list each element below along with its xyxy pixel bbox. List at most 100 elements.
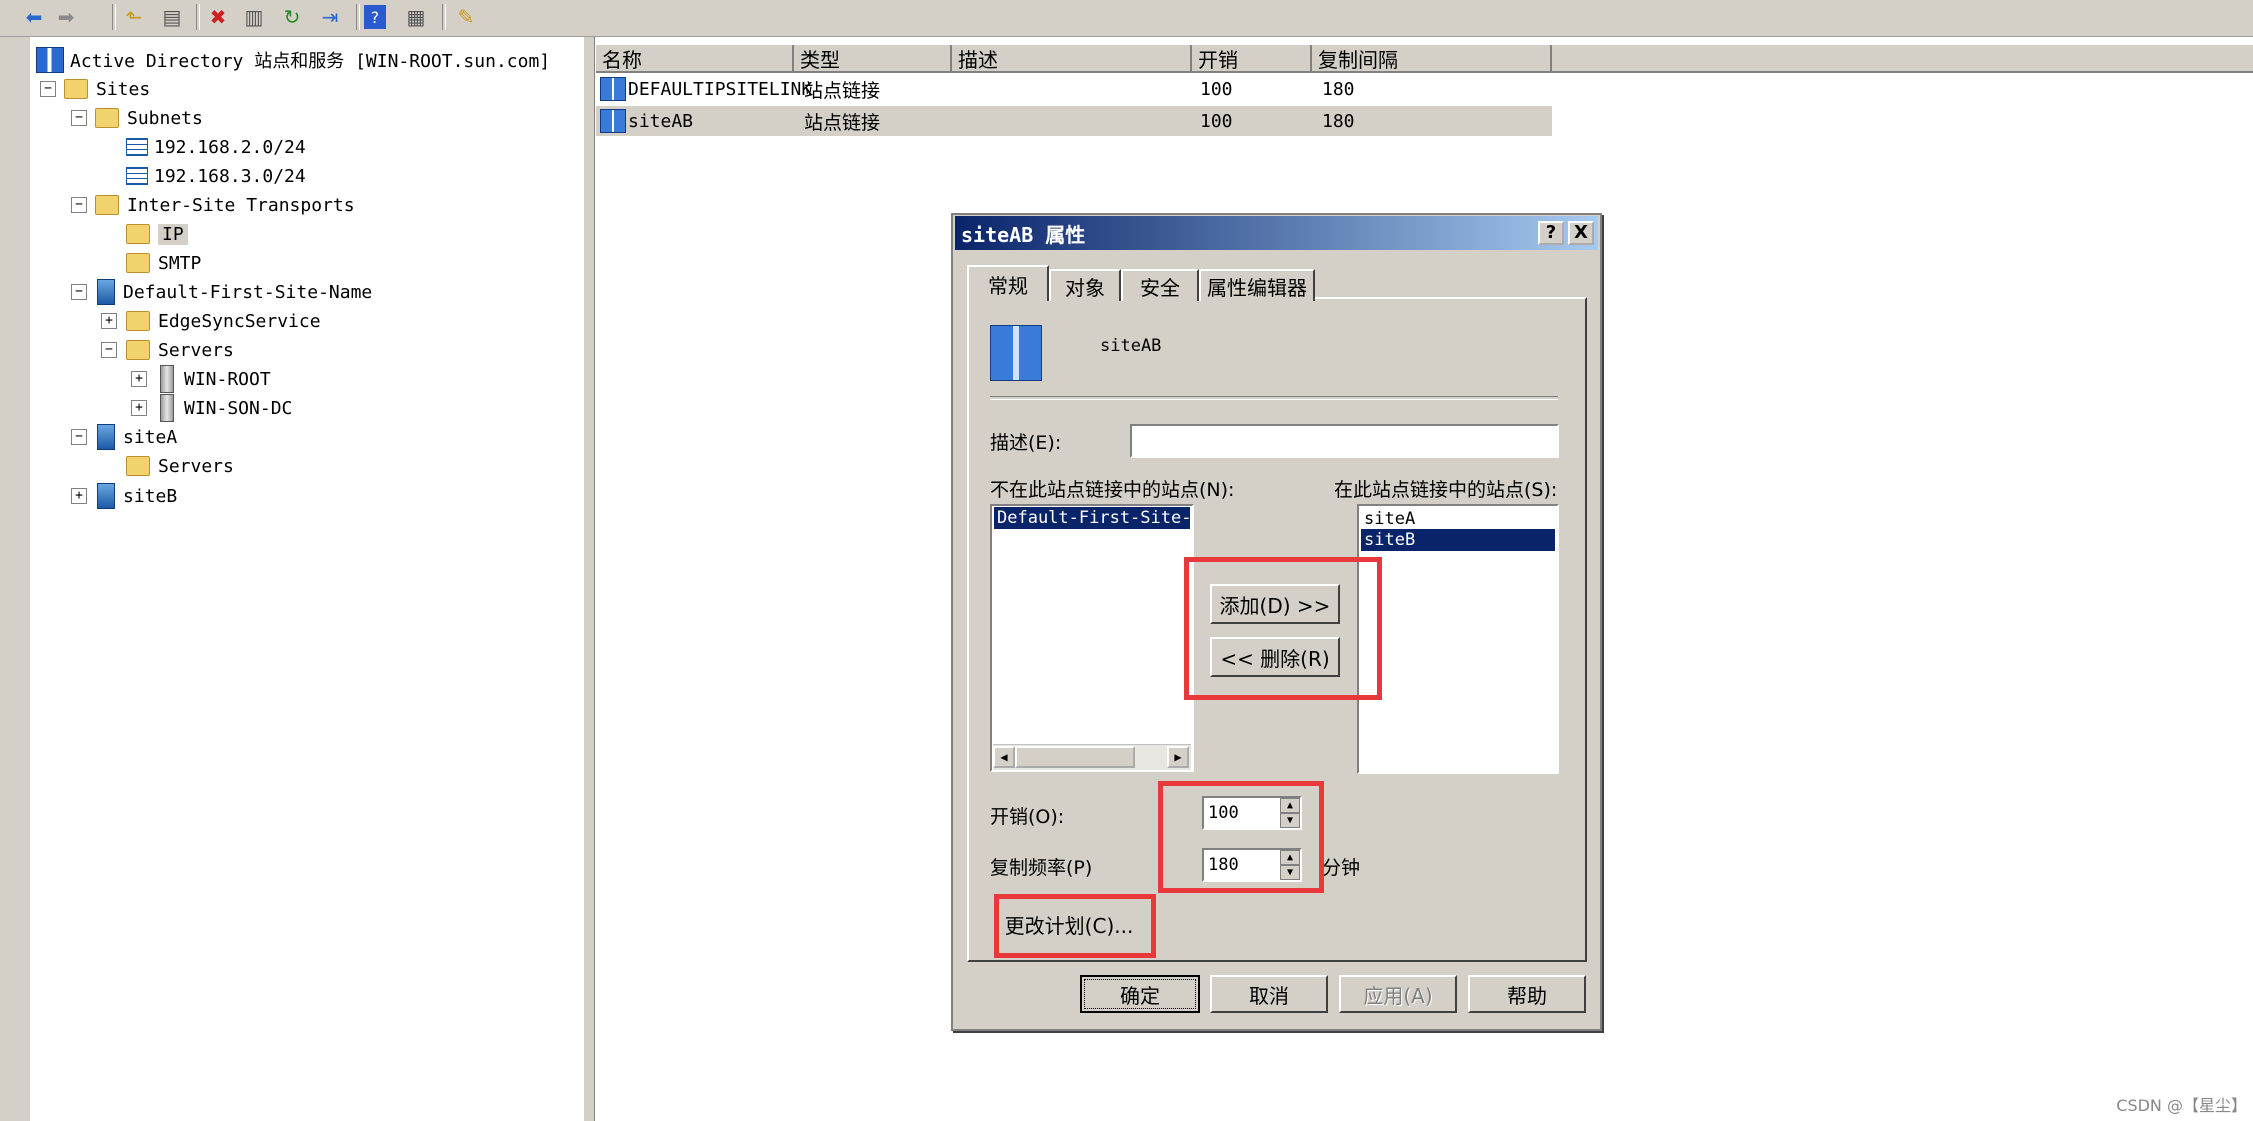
tree-item-subnet[interactable]: 192.168.3.0/24 bbox=[126, 163, 306, 189]
tree-item-label: SMTP bbox=[158, 252, 202, 274]
row-cost: 100 bbox=[1200, 78, 1233, 100]
collapse-icon[interactable]: − bbox=[101, 342, 117, 358]
folder-icon bbox=[126, 456, 150, 476]
tree-item-label: WIN-SON-DC bbox=[184, 397, 293, 419]
spin-down-icon[interactable]: ▼ bbox=[1280, 865, 1300, 880]
column-header-interval[interactable]: 复制间隔 bbox=[1312, 45, 1552, 73]
scroll-left-icon[interactable]: ◀ bbox=[993, 746, 1015, 768]
column-header-description[interactable]: 描述 bbox=[952, 45, 1192, 73]
tree-item-inter-site-transports[interactable]: Inter-Site Transports bbox=[95, 192, 355, 218]
collapse-icon[interactable]: − bbox=[40, 81, 56, 97]
ok-button[interactable]: 确定 bbox=[1080, 975, 1200, 1013]
forward-icon[interactable]: ➡ bbox=[52, 3, 80, 31]
change-schedule-button[interactable]: 更改计划(C)... bbox=[993, 904, 1145, 944]
expand-icon[interactable]: + bbox=[101, 313, 117, 329]
scroll-right-icon[interactable]: ▶ bbox=[1167, 746, 1189, 768]
tree-item-smtp[interactable]: SMTP bbox=[126, 250, 201, 276]
dialog-title: siteAB 属性 bbox=[961, 222, 1086, 247]
site-icon bbox=[97, 483, 115, 509]
site-link-large-icon bbox=[990, 325, 1042, 381]
expand-icon[interactable]: + bbox=[131, 371, 147, 387]
remove-button[interactable]: << 删除(R) bbox=[1210, 637, 1340, 677]
new-icon[interactable]: ✎ bbox=[452, 3, 480, 31]
tab-security[interactable]: 安全 bbox=[1121, 269, 1199, 301]
tree-item-subnet[interactable]: 192.168.2.0/24 bbox=[126, 134, 306, 160]
scrollbar-thumb[interactable] bbox=[1015, 746, 1135, 768]
tree-item-servers[interactable]: Servers bbox=[126, 453, 234, 479]
tree-item-label: siteA bbox=[123, 426, 178, 448]
collapse-icon[interactable]: − bbox=[71, 110, 87, 126]
expand-icon[interactable]: + bbox=[71, 488, 87, 504]
tree-item-servers[interactable]: Servers bbox=[126, 337, 234, 363]
tab-attribute-editor[interactable]: 属性编辑器 bbox=[1199, 269, 1315, 301]
properties-icon[interactable]: ▥ bbox=[240, 3, 268, 31]
list-item[interactable]: siteA bbox=[1361, 508, 1555, 530]
collapse-icon[interactable]: − bbox=[71, 284, 87, 300]
left-border bbox=[0, 37, 32, 1121]
tree-item-label: 192.168.2.0/24 bbox=[154, 136, 306, 158]
close-button[interactable]: X bbox=[1568, 221, 1594, 245]
tree-item-sites[interactable]: Sites bbox=[64, 76, 150, 102]
expand-icon[interactable]: + bbox=[131, 400, 147, 416]
help-dialog-button[interactable]: 帮助 bbox=[1468, 975, 1586, 1013]
up-icon[interactable]: ⬑ bbox=[120, 3, 148, 31]
spin-up-icon[interactable]: ▲ bbox=[1280, 798, 1300, 813]
help-button[interactable]: ? bbox=[1538, 221, 1564, 245]
in-link-label: 在此站点链接中的站点(S): bbox=[1334, 479, 1558, 501]
site-link-icon bbox=[600, 77, 626, 101]
not-in-link-list[interactable] bbox=[990, 504, 1194, 772]
table-row[interactable]: DEFAULTIPSITELINK 站点链接 100 180 bbox=[596, 75, 1552, 103]
tab-object[interactable]: 对象 bbox=[1049, 269, 1121, 301]
site-link-icon bbox=[600, 109, 626, 133]
show-hide-tree-icon[interactable]: ▤ bbox=[158, 3, 186, 31]
ad-sites-icon bbox=[36, 47, 64, 73]
row-interval: 180 bbox=[1322, 78, 1355, 100]
frequency-unit: 分钟 bbox=[1322, 857, 1361, 879]
tab-general[interactable]: 常规 bbox=[967, 265, 1049, 301]
site-icon bbox=[97, 424, 115, 450]
help-icon[interactable]: ? bbox=[364, 5, 386, 29]
tree-item-default-site[interactable]: Default-First-Site-Name bbox=[97, 279, 372, 305]
tree-item-server[interactable]: WIN-ROOT bbox=[160, 365, 271, 393]
tree-root[interactable]: Active Directory 站点和服务 [WIN-ROOT.sun.com… bbox=[36, 47, 550, 73]
column-header-cost[interactable]: 开销 bbox=[1192, 45, 1312, 73]
tree-item-subnets[interactable]: Subnets bbox=[95, 105, 203, 131]
tree-item-label: 192.168.3.0/24 bbox=[154, 165, 306, 187]
tree-item-edgesync[interactable]: EdgeSyncService bbox=[126, 308, 321, 334]
tree-item-site-b[interactable]: siteB bbox=[97, 483, 177, 509]
folder-icon bbox=[95, 195, 119, 215]
toolbar-separator bbox=[442, 4, 446, 30]
list-item-selected[interactable]: siteB bbox=[1361, 529, 1555, 551]
tree-item-label: Default-First-Site-Name bbox=[123, 281, 373, 303]
column-header-name[interactable]: 名称 bbox=[596, 45, 794, 73]
folder-icon bbox=[95, 108, 119, 128]
column-header-type[interactable]: 类型 bbox=[794, 45, 952, 73]
spin-up-icon[interactable]: ▲ bbox=[1280, 850, 1300, 865]
row-name: siteAB bbox=[600, 107, 693, 135]
spin-down-icon[interactable]: ▼ bbox=[1280, 813, 1300, 828]
delete-icon[interactable]: ✖ bbox=[204, 3, 232, 31]
description-label: 描述(E): bbox=[990, 432, 1062, 454]
refresh-icon[interactable]: ↻ bbox=[278, 3, 306, 31]
tree-item-site-a[interactable]: siteA bbox=[97, 424, 177, 450]
list-item-selected[interactable]: Default-First-Site-Na bbox=[994, 507, 1190, 529]
column-header-empty bbox=[1552, 45, 2253, 73]
apply-button[interactable]: 应用(A) bbox=[1339, 975, 1457, 1013]
export-icon[interactable]: ⇥ bbox=[316, 3, 344, 31]
description-input[interactable] bbox=[1130, 424, 1559, 458]
add-button[interactable]: 添加(D) >> bbox=[1210, 584, 1340, 624]
view-icon[interactable]: ▦ bbox=[402, 3, 430, 31]
cancel-button[interactable]: 取消 bbox=[1210, 975, 1328, 1013]
collapse-icon[interactable]: − bbox=[71, 429, 87, 445]
table-row-selected[interactable]: siteAB 站点链接 100 180 bbox=[596, 106, 1552, 136]
tree-item-server[interactable]: WIN-SON-DC bbox=[160, 394, 293, 422]
toolbar-separator bbox=[112, 4, 116, 30]
collapse-icon[interactable]: − bbox=[71, 197, 87, 213]
row-type: 站点链接 bbox=[804, 111, 881, 134]
back-icon[interactable]: ⬅ bbox=[20, 3, 48, 31]
toolbar-separator bbox=[356, 4, 360, 30]
horizontal-scrollbar[interactable]: ◀ ▶ bbox=[993, 744, 1191, 770]
tree-item-label: Servers bbox=[158, 455, 234, 477]
dialog-title-bar[interactable]: siteAB 属性 bbox=[955, 216, 1598, 250]
tree-item-ip[interactable]: IP bbox=[126, 221, 188, 247]
